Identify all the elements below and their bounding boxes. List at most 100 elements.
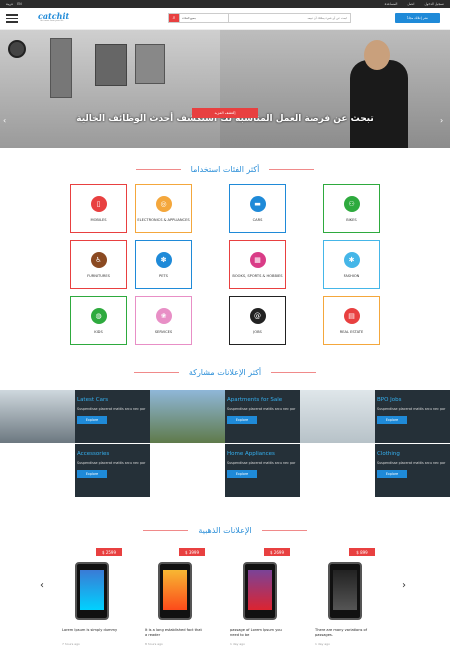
- ad-description: Suspendisse placerat mattis arcu nec por: [77, 461, 146, 465]
- hero-cta-button[interactable]: إكتشف المزيد: [192, 108, 258, 118]
- fan-image: [8, 40, 26, 58]
- category-tile[interactable]: ◍ KIDS: [70, 296, 127, 345]
- login-link[interactable]: تسجيل الدخول: [424, 2, 444, 6]
- washer-icon: ◎: [155, 195, 172, 212]
- category-label: ELECTRONICS & APPLIANCES: [137, 217, 190, 222]
- flower-icon: ❀: [155, 307, 172, 324]
- category-tile[interactable]: ▤ REAL ESTATE: [323, 296, 380, 345]
- category-label: MOBILES: [90, 217, 107, 222]
- ad-description: Suspendisse placerat mattis arcu nec por: [77, 407, 146, 411]
- category-tile[interactable]: ◎ ELECTRONICS & APPLIANCES: [135, 184, 192, 233]
- product-time: 1 day ago: [315, 642, 330, 646]
- washer-image: [135, 44, 165, 84]
- category-label: BIKES: [346, 217, 357, 222]
- ad-description: Suspendisse placerat mattis arcu nec por: [227, 461, 296, 465]
- category-label: REAL ESTATE: [339, 329, 364, 334]
- category-label: BOOKS, SPORTS & HOBBIES: [232, 273, 283, 278]
- hero-banner: ‹ › تبحث عن فرصة العمل المناسبة لك استكش…: [0, 30, 450, 148]
- category-label: SERVICES: [154, 329, 173, 334]
- man-image: [350, 60, 408, 148]
- product-title[interactable]: Lorem Ipsum is simply dummy: [62, 628, 122, 633]
- product-time: 1 day ago: [230, 642, 245, 646]
- ads-section-title: أكثر الإعلانات مشاركة: [0, 368, 450, 377]
- paw-icon: ✽: [155, 251, 172, 268]
- shirt-image: [300, 444, 375, 497]
- hero-prev-arrow-icon[interactable]: ‹: [3, 116, 11, 126]
- ad-card[interactable]: Latest Cars Suspendisse placerat mattis a…: [0, 390, 150, 443]
- product-time: 8 hours ago: [145, 642, 163, 646]
- ad-description: Suspendisse placerat mattis arcu nec por: [377, 461, 446, 465]
- explore-button[interactable]: Explore: [77, 469, 107, 478]
- ad-description: Suspendisse placerat mattis arcu nec por: [227, 407, 296, 411]
- ad-card[interactable]: BPO Jobs Suspendisse placerat mattis arcu…: [300, 390, 450, 443]
- categories-section-title: أكثر الفئات استخداما: [0, 165, 450, 174]
- man-head-image: [364, 40, 390, 70]
- post-ad-button[interactable]: نشر إعلانك مجاناً: [395, 13, 440, 23]
- product-title[interactable]: passage of Lorem Ipsum you need to be: [230, 628, 290, 637]
- contact-link[interactable]: اتصل: [407, 2, 414, 6]
- search-button[interactable]: ⌕: [169, 14, 179, 22]
- ad-card[interactable]: Home Appliances Suspendisse placerat matt…: [150, 444, 300, 497]
- language-english-link[interactable]: EN: [17, 2, 21, 6]
- product-image: [145, 556, 205, 626]
- ad-card[interactable]: Clothing Suspendisse placerat mattis arcu…: [300, 444, 450, 497]
- category-tile[interactable]: ❀ SERVICES: [135, 296, 192, 345]
- price-badge: $ 2599: [96, 548, 122, 556]
- category-tile[interactable]: ✱ FASHION: [323, 240, 380, 289]
- category-label: JOBS: [253, 329, 262, 334]
- product-card[interactable]: $ 899 There are many variations of passag…: [315, 548, 375, 648]
- explore-button[interactable]: Explore: [227, 469, 257, 478]
- product-image: [62, 556, 122, 626]
- explore-button[interactable]: Explore: [77, 415, 107, 424]
- category-label: FASHION: [343, 273, 360, 278]
- price-badge: $ 3999: [179, 548, 205, 556]
- product-title[interactable]: There are many variations of passages.: [315, 628, 375, 637]
- price-badge: $ 2699: [264, 548, 290, 556]
- car-image: [0, 390, 75, 443]
- washer-image: [95, 44, 127, 86]
- wheelchair-icon: ♿: [90, 251, 107, 268]
- category-label: KIDS: [94, 329, 103, 334]
- product-image: [230, 556, 290, 626]
- top-bar: عربية EN المساعدة اتصل تسجيل الدخول: [0, 0, 450, 8]
- at-icon: @: [249, 307, 266, 324]
- category-select[interactable]: جميع الفئات: [179, 14, 229, 22]
- snowflake-icon: ✱: [343, 251, 360, 268]
- ad-card[interactable]: Accessories Suspendisse placerat mattis a…: [0, 444, 150, 497]
- car-icon: ▬: [249, 195, 266, 212]
- category-tile[interactable]: ▦ BOOKS, SPORTS & HOBBIES: [229, 240, 286, 289]
- category-label: CARS: [252, 217, 263, 222]
- man-image: [300, 390, 375, 443]
- category-tile[interactable]: ⚇ BIKES: [323, 184, 380, 233]
- ad-title: Home Appliances: [227, 451, 275, 457]
- search-input[interactable]: ابحث عن أي شيء يمكنك أن تبيعه: [229, 14, 350, 22]
- menu-icon[interactable]: [6, 14, 18, 23]
- category-tile[interactable]: @ JOBS: [229, 296, 286, 345]
- building-icon: ▤: [343, 307, 360, 324]
- category-tile[interactable]: ✽ PETS: [135, 240, 192, 289]
- carousel-prev-icon[interactable]: ‹: [40, 580, 44, 591]
- headphones-image: [0, 444, 75, 497]
- category-tile[interactable]: ♿ FURNITURES: [70, 240, 127, 289]
- product-image: [315, 556, 375, 626]
- ad-card[interactable]: Apartments for Sale Suspendisse placerat …: [150, 390, 300, 443]
- category-tile[interactable]: ▯ MOBILES: [70, 184, 127, 233]
- explore-button[interactable]: Explore: [377, 469, 407, 478]
- ad-title: Apartments for Sale: [227, 397, 283, 403]
- explore-button[interactable]: Explore: [377, 415, 407, 424]
- carousel-next-icon[interactable]: ›: [402, 580, 406, 591]
- search-icon: ⌕: [172, 15, 176, 21]
- language-arabic-link[interactable]: عربية: [6, 2, 13, 6]
- search-bar: ⌕ جميع الفئات ابحث عن أي شيء يمكنك أن تب…: [168, 13, 351, 23]
- help-link[interactable]: المساعدة: [385, 2, 398, 6]
- hero-next-arrow-icon[interactable]: ›: [440, 116, 448, 126]
- product-card[interactable]: $ 2699 passage of Lorem Ipsum you need to…: [230, 548, 290, 648]
- ad-title: Latest Cars: [77, 397, 109, 403]
- product-card[interactable]: $ 2599 Lorem Ipsum is simply dummy 7 hours…: [62, 548, 122, 648]
- product-title[interactable]: It is a long established fact that a rea…: [145, 628, 205, 637]
- explore-button[interactable]: Explore: [227, 415, 257, 424]
- fridge-image: [50, 38, 72, 98]
- category-tile[interactable]: ▬ CARS: [229, 184, 286, 233]
- product-card[interactable]: $ 3999 It is a long established fact that…: [145, 548, 205, 648]
- gamepad-icon: ▦: [249, 251, 266, 268]
